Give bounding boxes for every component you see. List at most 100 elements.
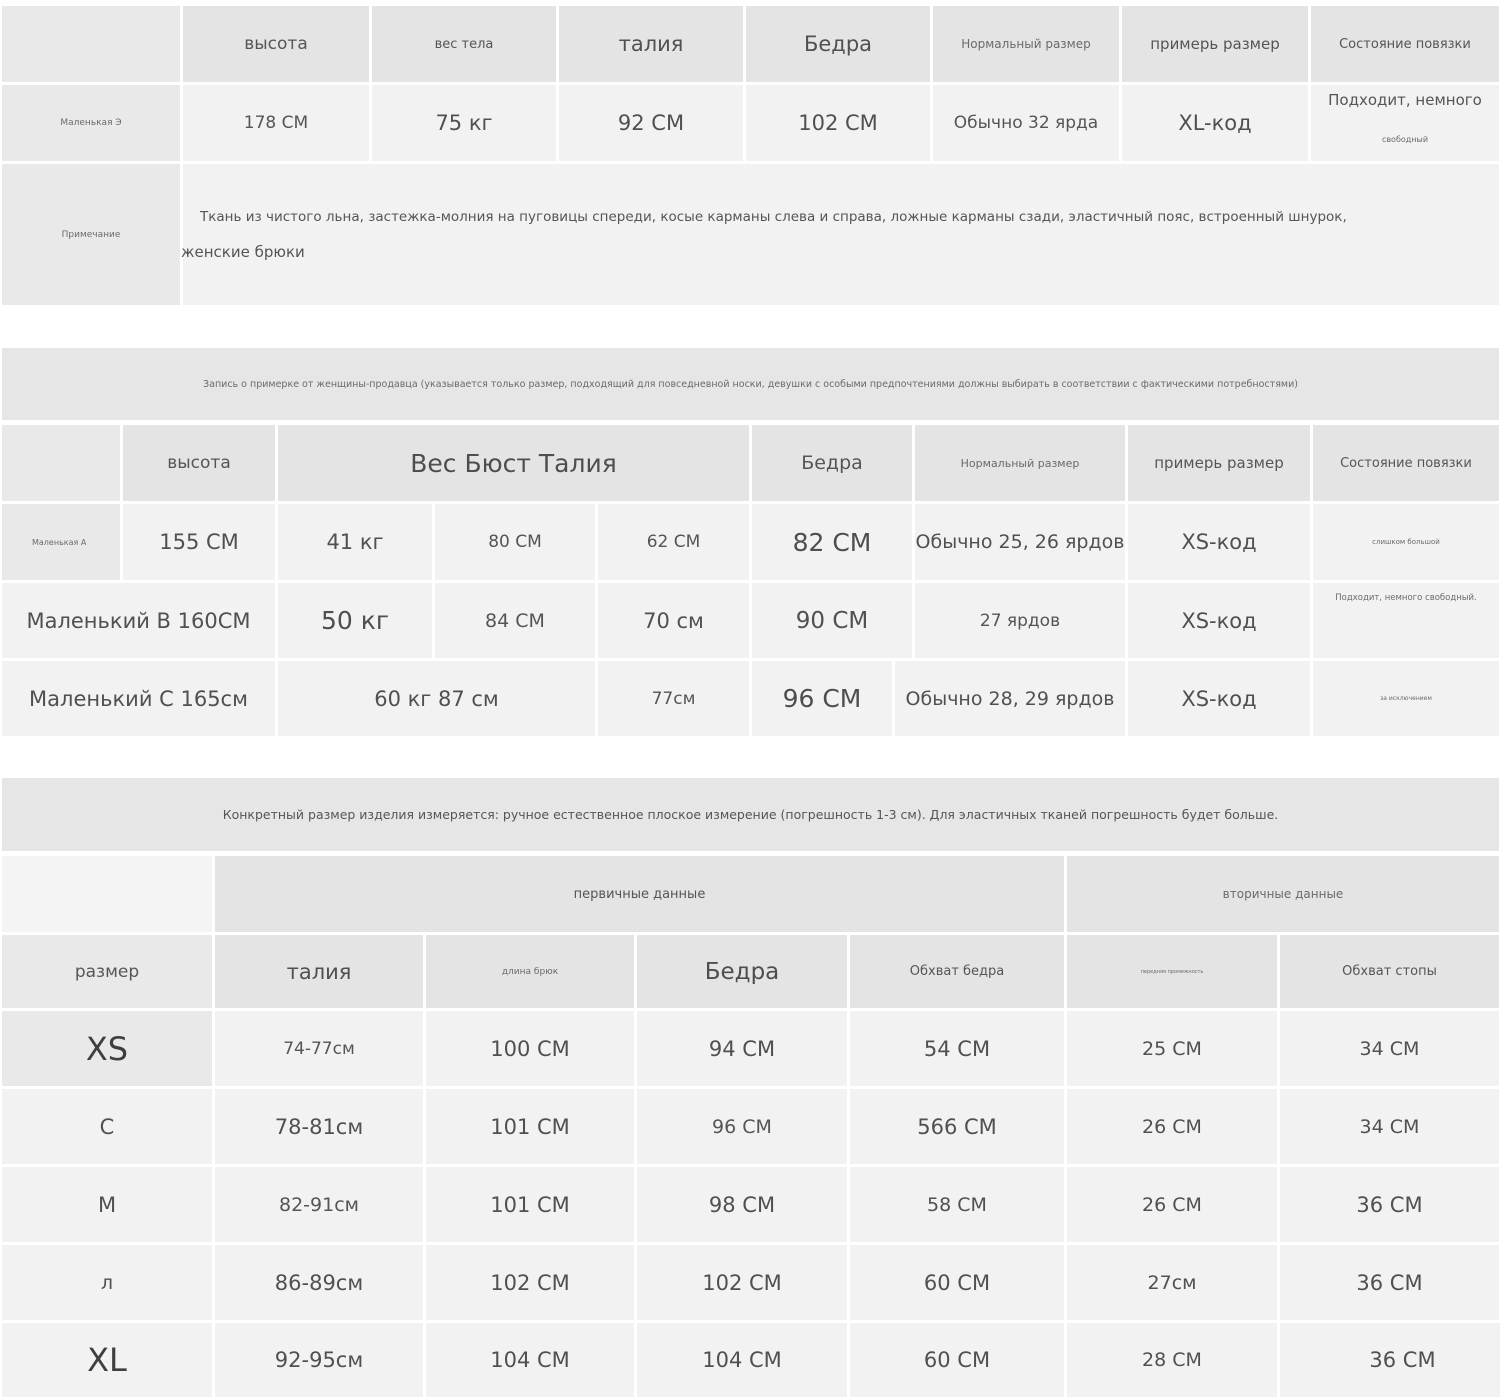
t3-xl-hips: 104 СМ — [637, 1323, 847, 1397]
t1-header-status: Состояние повязки — [1311, 6, 1499, 82]
t1-cell-normal-size: Обычно 32 ярда — [933, 85, 1119, 161]
t3-banner: Конкретный размер изделия измеряется: ру… — [2, 778, 1499, 851]
t3-xs-foot: 34 СМ — [1280, 1011, 1499, 1086]
t1-status-line1: Подходит, немного — [1328, 91, 1482, 109]
t3-l-foot: 36 СМ — [1280, 1245, 1499, 1320]
t2-row-a-try-size: XS-код — [1128, 504, 1310, 580]
t3-size-s: С — [2, 1089, 212, 1164]
t3-group-corner — [2, 856, 212, 932]
t2-row-a-label: Маленькая А — [2, 504, 120, 580]
t1-corner-cell — [2, 6, 180, 82]
t1-header-weight: вес тела — [372, 6, 556, 82]
t2-row-c-label-height: Маленький С 165см — [2, 661, 275, 736]
t1-header-hips: Бедра — [746, 6, 930, 82]
t2-row-a-hips: 82 СМ — [752, 504, 912, 580]
t1-cell-hips: 102 СМ — [746, 85, 930, 161]
t3-group-primary: первичные данные — [215, 856, 1064, 932]
t2-row-a-bust: 80 СМ — [435, 504, 595, 580]
t3-l-hips: 102 СМ — [637, 1245, 847, 1320]
t2-row-c-try-size: XS-код — [1128, 661, 1310, 736]
t2-row-c-hips: 96 СМ — [752, 661, 892, 736]
t1-cell-waist: 92 СМ — [559, 85, 743, 161]
t2-header-hips: Бедра — [752, 425, 912, 501]
t3-xs-length: 100 СМ — [426, 1011, 634, 1086]
t3-m-rise: 26 СМ — [1067, 1167, 1277, 1242]
t1-row-label: Маленькая Э — [2, 85, 180, 161]
t1-cell-status: Подходит, немного свободный — [1311, 85, 1499, 161]
t2-header-weight-bust-waist: Вес Бюст Талия — [278, 425, 749, 501]
t2-header-normal-size: Нормальный размер — [915, 425, 1125, 501]
t2-header-try-size: примерь размер — [1128, 425, 1310, 501]
t3-header-thigh: Обхват бедра — [850, 935, 1064, 1008]
t3-xs-rise: 25 СМ — [1067, 1011, 1277, 1086]
t2-row-b-try-size: XS-код — [1128, 583, 1310, 658]
t2-row-c-normal-size: Обычно 28, 29 ярдов — [895, 661, 1125, 736]
t3-xs-thigh: 54 СМ — [850, 1011, 1064, 1086]
t3-l-waist: 86-89см — [215, 1245, 423, 1320]
t1-note-line2: женские брюки — [181, 243, 305, 261]
t3-header-size: размер — [2, 935, 212, 1008]
t3-xs-waist: 74-77см — [215, 1011, 423, 1086]
t3-xl-length: 104 СМ — [426, 1323, 634, 1397]
t3-s-rise: 26 СМ — [1067, 1089, 1277, 1164]
t3-l-rise: 27см — [1067, 1245, 1277, 1320]
t2-row-b-hips: 90 СМ — [752, 583, 912, 658]
t1-header-height: высота — [183, 6, 369, 82]
t3-m-foot: 36 СМ — [1280, 1167, 1499, 1242]
t2-row-a-status: слишком большой — [1313, 504, 1499, 580]
t2-corner-cell — [2, 425, 120, 501]
t3-m-waist: 82-91см — [215, 1167, 423, 1242]
t3-m-thigh: 58 СМ — [850, 1167, 1064, 1242]
t3-s-hips: 96 СМ — [637, 1089, 847, 1164]
t2-row-a-height: 155 СМ — [123, 504, 275, 580]
t3-xl-thigh: 60 СМ — [850, 1323, 1064, 1397]
t2-row-b-label-height: Маленький В 160СМ — [2, 583, 275, 658]
t2-row-b-status: Подходит, немного свободный. — [1335, 593, 1477, 603]
t2-row-b-weight: 50 кг — [278, 583, 432, 658]
t3-header-waist: талия — [215, 935, 423, 1008]
t2-row-b-normal-size: 27 ярдов — [915, 583, 1125, 658]
t2-row-a-waist: 62 СМ — [598, 504, 749, 580]
t1-header-waist: талия — [559, 6, 743, 82]
t3-s-waist: 78-81см — [215, 1089, 423, 1164]
t3-xs-hips: 94 СМ — [637, 1011, 847, 1086]
t2-row-c-status: за исключением — [1313, 661, 1499, 736]
t3-header-hips: Бедра — [637, 935, 847, 1008]
t1-note-line1: Ткань из чистого льна, застежка-молния н… — [200, 209, 1347, 225]
t2-header-height: высота — [123, 425, 275, 501]
t3-xl-waist: 92-95см — [215, 1323, 423, 1397]
t3-l-length: 102 СМ — [426, 1245, 634, 1320]
t2-row-a-weight: 41 кг — [278, 504, 432, 580]
t2-row-a-normal-size: Обычно 25, 26 ярдов — [915, 504, 1125, 580]
t2-row-c-waist: 77см — [598, 661, 749, 736]
t3-size-xs: XS — [2, 1011, 212, 1086]
t3-xl-foot: 36 СМ — [1280, 1323, 1500, 1397]
t3-header-rise: передняя промежность — [1067, 935, 1277, 1008]
t1-status-line2: свободный — [1381, 135, 1429, 144]
t3-s-thigh: 566 СМ — [850, 1089, 1064, 1164]
t3-m-hips: 98 СМ — [637, 1167, 847, 1242]
t3-s-foot: 34 СМ — [1280, 1089, 1499, 1164]
t1-cell-height: 178 СМ — [183, 85, 369, 161]
t2-row-b-bust: 84 СМ — [435, 583, 595, 658]
t3-size-xl: XL — [2, 1323, 212, 1397]
t1-header-normal-size: Нормальный размер — [933, 6, 1119, 82]
t3-l-thigh: 60 СМ — [850, 1245, 1064, 1320]
t3-header-length: длина брюк — [426, 935, 634, 1008]
t3-size-l: л — [2, 1245, 212, 1320]
t2-header-status: Состояние повязки — [1313, 425, 1499, 501]
t3-header-foot: Обхват стопы — [1280, 935, 1499, 1008]
t1-note-label: Примечание — [2, 164, 180, 305]
t2-row-b-waist: 70 см — [598, 583, 749, 658]
t1-cell-try-size: XL-код — [1122, 85, 1308, 161]
t3-s-length: 101 СМ — [426, 1089, 634, 1164]
t3-group-secondary: вторичные данные — [1067, 856, 1499, 932]
t2-row-b-status-cell: Подходит, немного свободный. — [1313, 583, 1499, 658]
t1-cell-weight: 75 кг — [372, 85, 556, 161]
t2-row-c-weight-bust: 60 кг 87 см — [278, 661, 595, 736]
t3-m-length: 101 СМ — [426, 1167, 634, 1242]
t3-xl-rise: 28 СМ — [1067, 1323, 1277, 1397]
t1-header-try-size: примерь размер — [1122, 6, 1308, 82]
t3-size-m: М — [2, 1167, 212, 1242]
t2-banner: Запись о примерке от женщины-продавца (у… — [2, 348, 1499, 420]
